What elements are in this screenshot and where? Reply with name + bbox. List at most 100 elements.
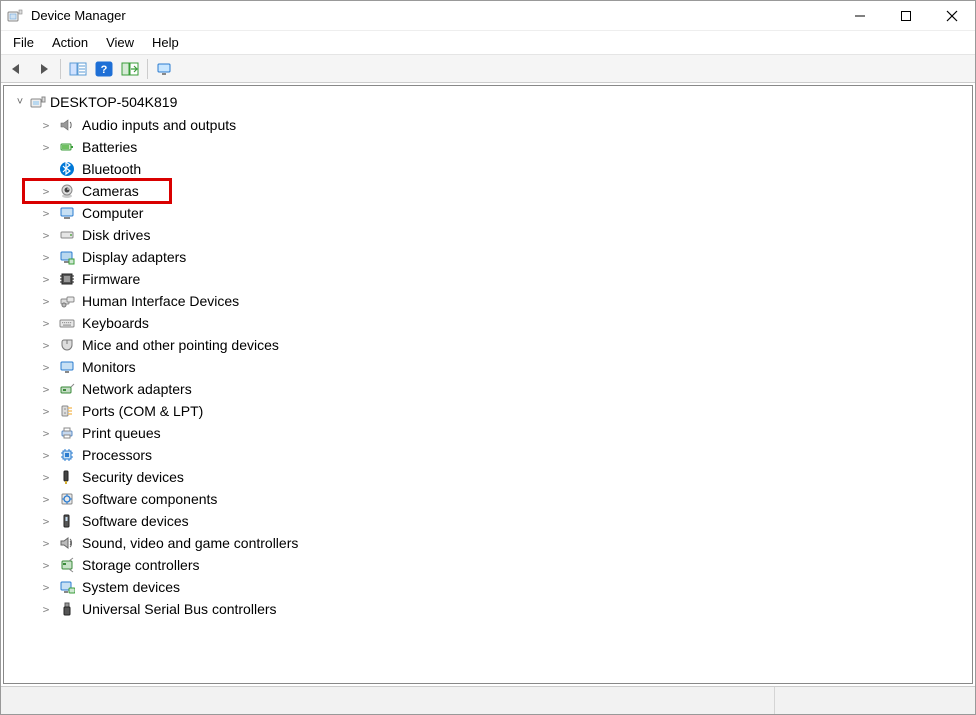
category-row[interactable]: > Software components [34,488,968,510]
scan-hardware-button[interactable] [118,57,142,81]
toolbar: ? [1,55,975,83]
category-label: Processors [82,447,152,463]
expand-icon[interactable]: > [40,295,52,308]
forward-button[interactable] [31,57,55,81]
expand-icon[interactable]: > [40,427,52,440]
category-row[interactable]: > Batteries [34,136,968,158]
category-row[interactable]: > Print queues [34,422,968,444]
expand-icon[interactable]: > [40,251,52,264]
category-label: Firmware [82,271,140,287]
category-row[interactable]: > Storage controllers [34,554,968,576]
category-row[interactable]: Bluetooth [34,158,968,180]
battery-icon [58,138,76,156]
maximize-button[interactable] [883,1,929,31]
computer-icon [58,204,76,222]
software-component-icon [58,490,76,508]
expand-icon[interactable]: > [40,405,52,418]
category-row[interactable]: >Mice and other pointing devices [34,334,968,356]
category-row[interactable]: >Audio inputs and outputs [34,114,968,136]
help-button[interactable]: ? [92,57,116,81]
menu-file[interactable]: File [13,35,34,50]
window-title: Device Manager [31,8,126,23]
security-device-icon [58,468,76,486]
menu-view[interactable]: View [106,35,134,50]
display-legacy-button[interactable] [153,57,177,81]
category-label: Human Interface Devices [82,293,239,309]
computer-root-icon [30,94,46,110]
category-row[interactable]: > Ports (COM & LPT) [34,400,968,422]
category-row[interactable]: > Firmware [34,268,968,290]
expand-icon[interactable]: > [40,603,52,616]
menu-help[interactable]: Help [152,35,179,50]
minimize-button[interactable] [837,1,883,31]
category-label: Ports (COM & LPT) [82,403,203,419]
collapse-icon[interactable]: ˅ [14,96,26,108]
category-label: Keyboards [82,315,149,331]
toolbar-separator [60,59,61,79]
expand-icon[interactable]: > [40,317,52,330]
expand-icon[interactable]: > [40,559,52,572]
expand-icon[interactable]: > [40,383,52,396]
category-row[interactable]: > Universal Serial Bus controllers [34,598,968,620]
expand-icon[interactable]: > [40,515,52,528]
expand-icon[interactable]: > [40,537,52,550]
menu-action[interactable]: Action [52,35,88,50]
category-row[interactable]: > Cameras [34,180,968,202]
expand-icon[interactable]: > [40,207,52,220]
speaker-icon [58,116,76,134]
category-row[interactable]: >Network adapters [34,378,968,400]
back-button[interactable] [5,57,29,81]
device-tree[interactable]: ˅ DESKTOP-504K819 >Audio inputs and outp… [3,85,973,684]
category-label: Security devices [82,469,184,485]
expand-icon[interactable]: > [40,449,52,462]
software-device-icon [58,512,76,530]
processor-icon [58,446,76,464]
expand-icon[interactable]: > [40,339,52,352]
app-icon [7,8,23,24]
category-label: Disk drives [82,227,150,243]
expand-icon[interactable]: > [40,119,52,132]
category-row[interactable]: > Disk drives [34,224,968,246]
usb-icon [58,600,76,618]
category-row[interactable]: >System devices [34,576,968,598]
system-device-icon [58,578,76,596]
close-button[interactable] [929,1,975,31]
expand-icon[interactable]: > [40,141,52,154]
expand-icon[interactable]: > [40,229,52,242]
category-row[interactable]: > Computer [34,202,968,224]
expand-icon[interactable]: > [40,581,52,594]
expand-icon[interactable]: > [40,185,52,198]
category-label: Software components [82,491,217,507]
category-label: Universal Serial Bus controllers [82,601,277,617]
show-hide-console-button[interactable] [66,57,90,81]
category-row[interactable]: >Sound, video and game controllers [34,532,968,554]
category-row[interactable]: > Keyboards [34,312,968,334]
category-label: Computer [82,205,143,221]
category-row[interactable]: > Processors [34,444,968,466]
category-row[interactable]: > Human Interface Devices [34,290,968,312]
category-label: Storage controllers [82,557,200,573]
expand-icon[interactable]: > [40,273,52,286]
category-row[interactable]: > Software devices [34,510,968,532]
expand-icon[interactable]: > [40,361,52,374]
titlebar: Device Manager [1,1,975,31]
network-adapter-icon [58,380,76,398]
category-row[interactable]: > Display adapters [34,246,968,268]
expand-icon[interactable]: > [40,493,52,506]
category-label: Batteries [82,139,137,155]
expand-icon[interactable]: > [40,471,52,484]
monitor-icon [58,358,76,376]
category-label: Display adapters [82,249,186,265]
category-label: Bluetooth [82,161,141,177]
category-list: >Audio inputs and outputs>BatteriesBluet… [34,114,968,620]
printer-icon [58,424,76,442]
category-label: Monitors [82,359,136,375]
menubar: File Action View Help [1,31,975,55]
root-node[interactable]: ˅ DESKTOP-504K819 [8,92,968,112]
display-adapter-icon [58,248,76,266]
category-row[interactable]: > Monitors [34,356,968,378]
category-label: Cameras [82,183,139,199]
category-row[interactable]: > Security devices [34,466,968,488]
category-label: Print queues [82,425,161,441]
category-label: Software devices [82,513,189,529]
